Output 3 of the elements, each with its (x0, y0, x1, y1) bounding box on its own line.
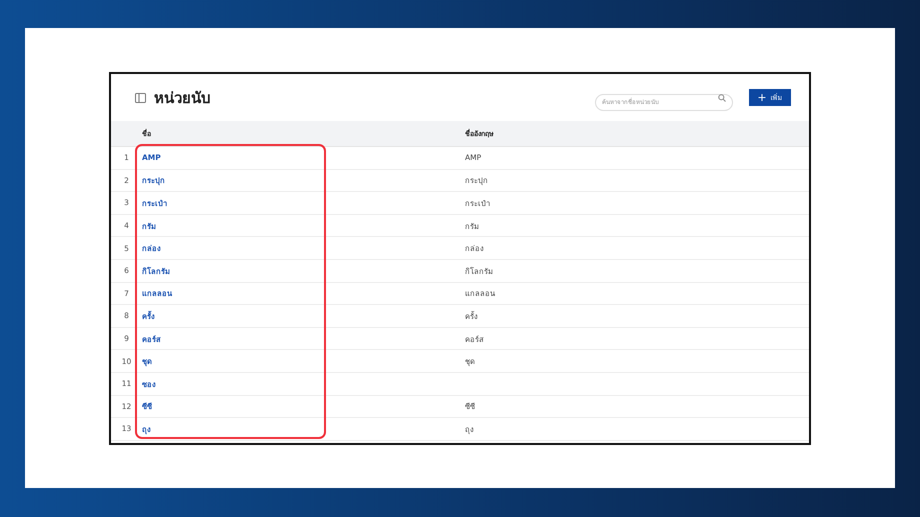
page-title: หน่วยนับ (154, 88, 212, 108)
sidebar-panel-icon (135, 92, 146, 102)
search-icon (718, 94, 726, 102)
